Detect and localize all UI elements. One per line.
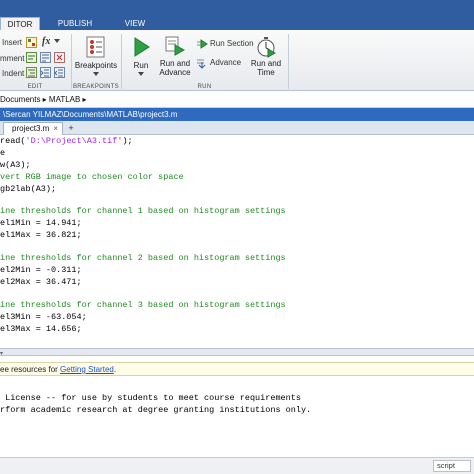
toolstrip-ribbon: Insert fx mment Indent EDIT Breakpoints … — [0, 30, 474, 91]
comment-icon[interactable] — [26, 52, 37, 63]
current-folder-path[interactable]: Documents ▸ MATLAB ▸ — [0, 95, 87, 104]
run-section-icon[interactable] — [196, 38, 208, 50]
insert-button[interactable]: Insert — [2, 38, 22, 47]
code-editor[interactable]: read('D:\Project\A3.tif'); e w(A3); vert… — [0, 136, 474, 346]
edit-group: Insert fx mment Indent EDIT — [0, 30, 70, 91]
notice-text: ee resources for — [0, 365, 61, 374]
breakpoints-button[interactable]: Breakpoints — [72, 61, 120, 70]
command-window[interactable]: License -- for use by students to meet c… — [0, 377, 474, 457]
toolstrip-tab-bar: DITOR PUBLISH VIEW — [0, 0, 474, 30]
code-comment-line[interactable]: ine thresholds for channel 1 based on hi… — [0, 206, 286, 216]
getting-started-notice: ee resources for Getting Started. — [0, 362, 474, 376]
editor-title-bar: \Sercan YILMAZ\Documents\MATLAB\project3… — [0, 108, 474, 121]
notice-period: . — [113, 365, 117, 374]
uncomment-icon[interactable] — [54, 52, 65, 63]
code-line[interactable]: el1Max = 36.821; — [0, 230, 82, 240]
insert-icon[interactable] — [26, 37, 37, 48]
tab-publish[interactable]: PUBLISH — [50, 17, 100, 30]
run-and-time-icon[interactable] — [256, 36, 276, 58]
code-line[interactable]: w(A3); — [0, 160, 31, 170]
command-output-line: License -- for use by students to meet c… — [0, 393, 301, 403]
chevron-down-icon[interactable] — [138, 72, 144, 76]
editor-tab-bar: project3.m × + — [0, 121, 474, 135]
breakpoints-group-label: BREAKPOINTS — [73, 84, 119, 90]
tab-view[interactable]: VIEW — [112, 17, 158, 30]
indent-button[interactable]: Indent — [2, 69, 24, 78]
advance-button[interactable]: Advance — [210, 58, 241, 67]
breakpoints-group: Breakpoints BREAKPOINTS — [72, 30, 120, 91]
run-group-label: RUN — [197, 84, 212, 90]
code-comment-line[interactable]: ine thresholds for channel 3 based on hi… — [0, 300, 286, 310]
editor-file-tab[interactable]: project3.m × — [3, 122, 63, 135]
decrease-indent-icon[interactable] — [54, 67, 65, 78]
chevron-down-icon[interactable] — [93, 72, 99, 76]
run-group: Run Run and Advance Run Section Advance … — [122, 30, 287, 91]
current-folder-bar[interactable]: Documents ▸ MATLAB ▸ — [0, 92, 474, 108]
comment-button[interactable]: mment — [0, 54, 24, 63]
code-line[interactable]: el2Min = -0.311; — [0, 265, 82, 275]
run-and-advance-icon[interactable] — [164, 35, 186, 57]
editor-file-path: \Sercan YILMAZ\Documents\MATLAB\project3… — [3, 110, 178, 119]
run-icon[interactable] — [131, 36, 151, 58]
command-output-line: rform academic research at degree granti… — [0, 405, 312, 415]
edit-group-label: EDIT — [27, 84, 43, 90]
file-tab-label: project3.m — [12, 124, 50, 133]
breakpoints-icon[interactable] — [86, 36, 106, 58]
getting-started-link[interactable]: Getting Started — [60, 365, 114, 374]
code-line[interactable]: el3Min = -63.054; — [0, 312, 87, 322]
code-line[interactable]: gb2lab(A3); — [0, 184, 56, 194]
wrap-comment-icon[interactable] — [40, 52, 51, 63]
code-comment-line[interactable]: vert RGB image to chosen color space — [0, 172, 184, 182]
code-comment-line[interactable]: ine thresholds for channel 2 based on hi… — [0, 253, 286, 263]
file-type-indicator: script — [433, 460, 471, 472]
panel-splitter[interactable]: ▾ — [0, 348, 474, 357]
tab-editor[interactable]: DITOR — [0, 17, 40, 30]
code-line[interactable]: el2Max = 36.471; — [0, 277, 82, 287]
close-tab-icon[interactable]: × — [53, 123, 58, 135]
run-and-time-button[interactable]: Run and Time — [248, 59, 284, 77]
smart-indent-icon[interactable] — [26, 67, 37, 78]
splitter-grip-icon[interactable]: ▾ — [0, 350, 3, 357]
code-line[interactable]: read('D:\Project\A3.tif'); — [0, 136, 133, 146]
ribbon-divider — [288, 34, 289, 89]
new-tab-button[interactable]: + — [65, 122, 77, 134]
chevron-down-icon[interactable] — [54, 39, 60, 44]
status-bar: script — [0, 457, 474, 474]
run-section-button[interactable]: Run Section — [210, 39, 254, 48]
code-line[interactable]: el1Min = 14.941; — [0, 218, 82, 228]
code-line[interactable]: el3Max = 14.656; — [0, 324, 82, 334]
increase-indent-icon[interactable] — [40, 67, 51, 78]
fx-button[interactable]: fx — [42, 36, 50, 47]
run-and-advance-button[interactable]: Run and Advance — [156, 59, 194, 77]
advance-icon[interactable] — [196, 57, 208, 69]
run-button[interactable]: Run — [122, 61, 160, 70]
code-line[interactable]: e — [0, 148, 5, 158]
